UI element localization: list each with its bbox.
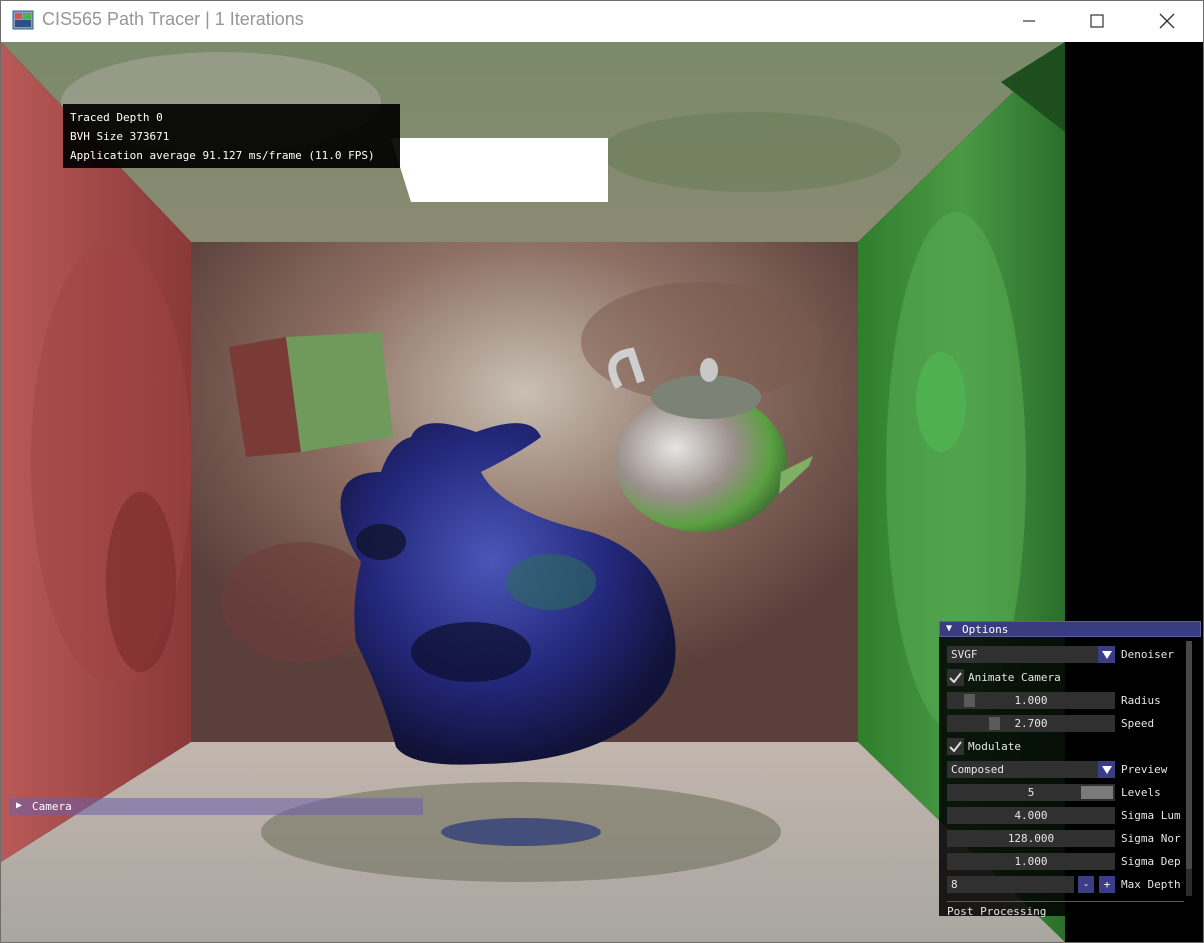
camera-header-label: Camera [32,800,72,813]
chevron-down-icon[interactable] [1098,646,1115,663]
triangle-right-icon: ▶ [16,800,23,811]
modulate-checkbox[interactable] [947,738,964,755]
increment-button[interactable]: + [1099,876,1115,893]
app-window: CIS565 Path Tracer | 1 Iterations Traced… [0,0,1204,943]
scrollbar[interactable] [1186,641,1192,896]
preview-label: Preview [1121,763,1168,776]
sigma-nor-drag[interactable]: 128.000 [947,830,1115,847]
levels-slider[interactable]: 5 [947,784,1115,801]
sigma-nor-label: Sigma Nor [1121,832,1181,845]
speed-label: Speed [1121,717,1155,730]
scrollbar-thumb[interactable] [1186,641,1192,869]
separator [947,901,1184,902]
preview-combo[interactable]: Composed [947,761,1115,778]
minimize-button[interactable] [994,1,1064,41]
maximize-button[interactable] [1062,1,1132,41]
decrement-button[interactable]: - [1078,876,1094,893]
post-processing-header[interactable]: Post Processing [947,905,1046,918]
levels-label: Levels [1121,786,1161,799]
chevron-down-icon[interactable] [1098,761,1115,778]
app-icon [12,10,34,30]
preview-value: Composed [951,763,1004,776]
options-title: Options [962,623,1009,636]
traced-depth-text: Traced Depth 0 [70,111,163,124]
radius-label: Radius [1121,694,1161,707]
title-bar[interactable]: CIS565 Path Tracer | 1 Iterations [1,1,1203,41]
max-depth-value: 8 [951,878,958,891]
denoiser-combo[interactable]: SVGF [947,646,1115,663]
modulate-label: Modulate [968,740,1021,753]
sigma-dep-drag[interactable]: 1.000 [947,853,1115,870]
sigma-dep-value: 1.000 [1014,855,1048,868]
bvh-size-text: BVH Size 373671 [70,130,170,143]
window-title: CIS565 Path Tracer | 1 Iterations [42,9,304,29]
animate-camera-label: Animate Camera [968,671,1061,684]
options-panel: ▼ Options SVGF Denoiser Animate Camera 1… [939,621,1201,918]
frame-time-text: Application average 91.127 ms/frame (11.… [70,149,375,162]
stats-overlay: Traced Depth 0 BVH Size 373671 Applicati… [63,104,400,168]
denoiser-value: SVGF [951,648,978,661]
options-header[interactable]: ▼ Options [939,621,1201,637]
radius-value: 1.000 [1014,694,1048,707]
render-viewport[interactable]: Traced Depth 0 BVH Size 373671 Applicati… [1,42,1203,942]
speed-slider[interactable]: 2.700 [947,715,1115,732]
triangle-down-icon: ▼ [946,623,953,634]
sigma-lum-drag[interactable]: 4.000 [947,807,1115,824]
sigma-nor-value: 128.000 [1007,832,1055,845]
camera-collapsing-header[interactable]: ▶ Camera [10,798,423,815]
radius-slider[interactable]: 1.000 [947,692,1115,709]
minimize-icon [1023,20,1035,22]
close-button[interactable] [1132,1,1202,41]
max-depth-label: Max Depth [1121,878,1181,891]
max-depth-input[interactable]: 8 [947,876,1074,893]
sigma-dep-label: Sigma Dep [1121,855,1181,868]
maximize-icon [1090,14,1104,28]
slider-grab[interactable] [1081,786,1113,799]
speed-value: 2.700 [1014,717,1048,730]
close-icon [1159,13,1175,29]
denoiser-label: Denoiser [1121,648,1174,661]
animate-camera-checkbox[interactable] [947,669,964,686]
check-icon [949,741,962,752]
sigma-lum-label: Sigma Lum [1121,809,1181,822]
check-icon [949,672,962,683]
sigma-lum-value: 4.000 [1014,809,1048,822]
